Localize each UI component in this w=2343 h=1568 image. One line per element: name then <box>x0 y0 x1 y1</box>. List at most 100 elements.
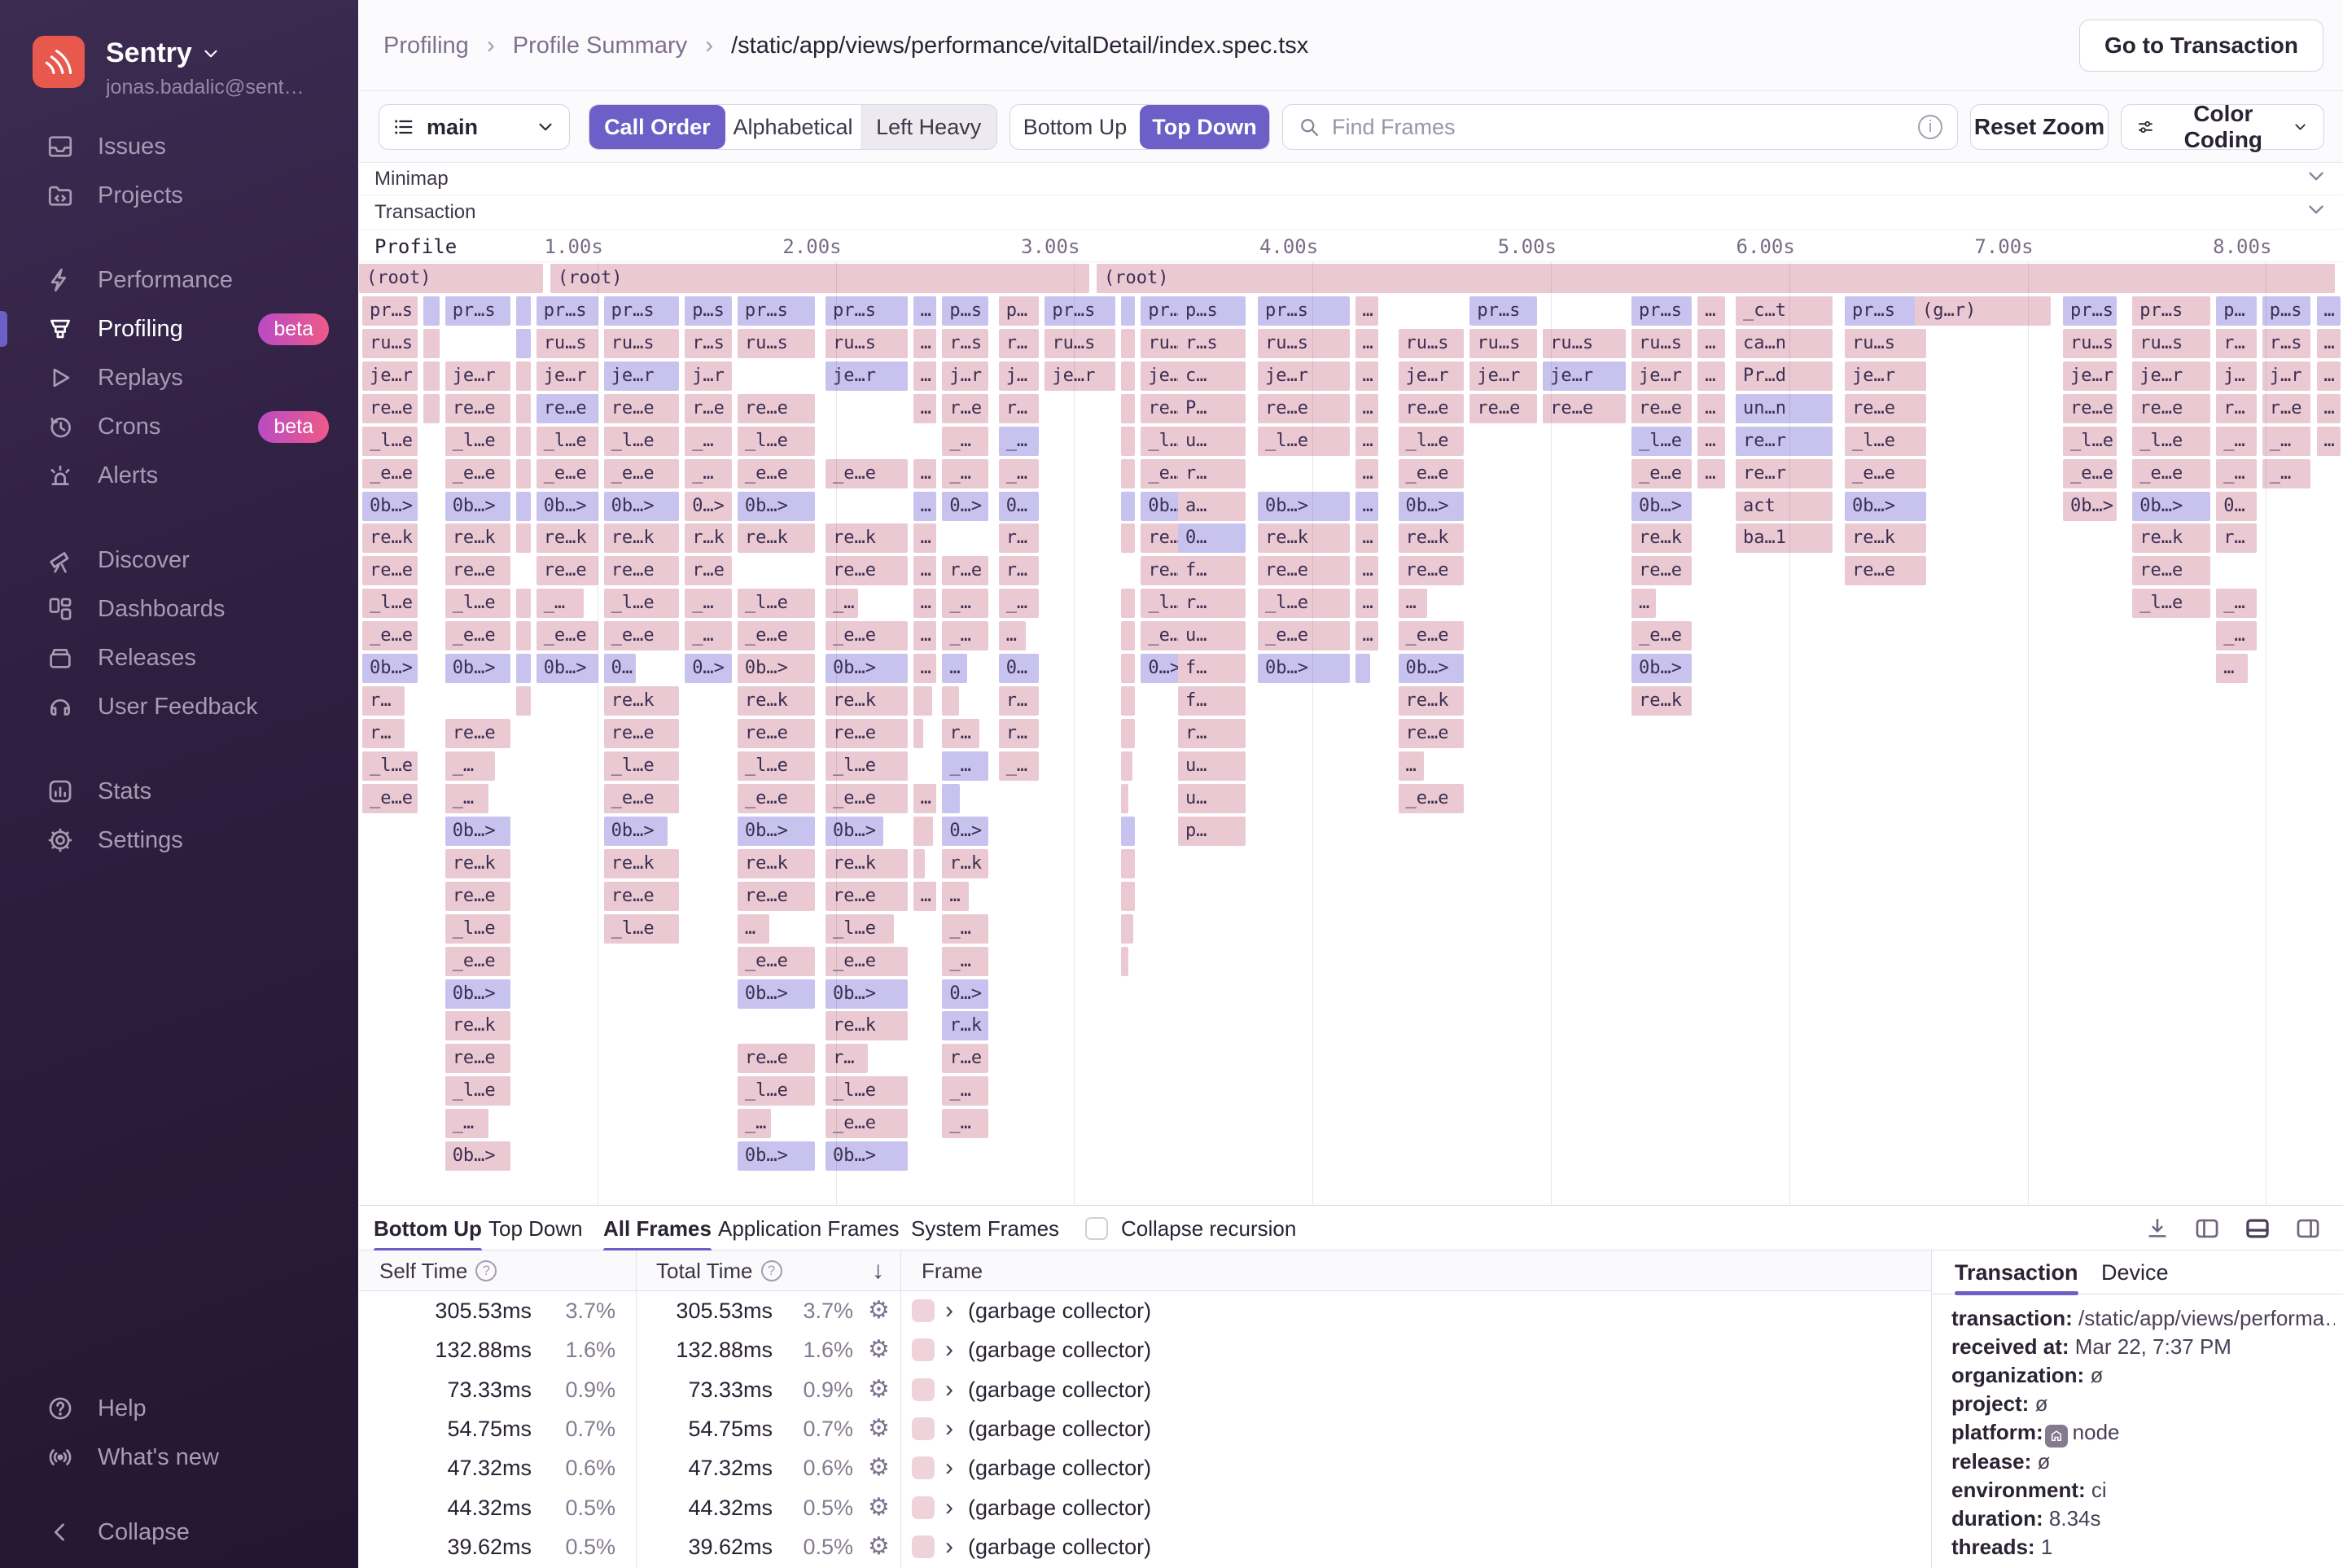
flame-cell[interactable] <box>423 361 440 391</box>
tab-top-down[interactable]: Top Down <box>488 1206 583 1251</box>
flame-cell[interactable]: re…k <box>604 849 680 878</box>
flame-cell[interactable]: r… <box>2216 329 2257 358</box>
flame-cell[interactable]: je…r <box>445 361 511 391</box>
flame-cell[interactable]: p…s <box>685 296 732 326</box>
tab-application-frames[interactable]: Application Frames <box>718 1206 900 1251</box>
flame-cell[interactable] <box>1121 654 1136 683</box>
flame-cell[interactable]: _l…e <box>604 427 680 456</box>
flame-cell[interactable]: … <box>2317 427 2341 456</box>
flame-cell[interactable] <box>1121 784 1128 813</box>
flame-cell[interactable]: r…e <box>685 394 732 423</box>
flame-cell[interactable]: … <box>913 621 937 650</box>
sidebar-item-replays[interactable]: Replays <box>0 353 358 402</box>
flame-cell[interactable] <box>1121 296 1136 326</box>
sidebar-item-dashboards[interactable]: Dashboards <box>0 585 358 633</box>
flame-cell[interactable]: ru…s <box>1399 329 1465 358</box>
sidebar-item-crons[interactable]: Crons beta <box>0 402 358 451</box>
expand-chevron-icon[interactable]: › <box>945 1527 953 1566</box>
flame-cell[interactable]: j… <box>2216 361 2257 391</box>
flame-cell[interactable]: re…e <box>2132 394 2210 423</box>
flame-cell[interactable]: r… <box>1178 589 1246 618</box>
flame-cell[interactable]: je…r <box>1631 361 1692 391</box>
row-settings-gear-icon[interactable]: ⚙ <box>868 1409 890 1448</box>
flame-cell[interactable]: _e…e <box>826 947 908 976</box>
sidebar-item-whats-new[interactable]: What's new <box>0 1433 358 1482</box>
flame-cell[interactable]: re…r <box>1736 427 1833 456</box>
flame-cell[interactable]: u… <box>1178 784 1246 813</box>
tab-bottom-up[interactable]: Bottom Up <box>374 1206 482 1251</box>
self-time-header[interactable]: Self Time <box>379 1259 467 1284</box>
flame-cell[interactable]: 0b…> <box>445 654 511 683</box>
flame-cell[interactable]: (root) <box>550 264 1089 293</box>
flame-cell[interactable]: _… <box>942 589 988 618</box>
flame-cell[interactable]: r… <box>2216 523 2257 553</box>
flame-cell[interactable]: r…s <box>2262 329 2311 358</box>
flame-cell[interactable]: pr…s <box>1469 296 1537 326</box>
flame-cell[interactable]: 0b…> <box>362 492 418 521</box>
flame-cell[interactable]: _l…e <box>2132 427 2210 456</box>
flame-cell[interactable]: … <box>1399 589 1427 618</box>
flame-cell[interactable]: 0b…> <box>604 817 668 846</box>
flame-cell[interactable]: r… <box>999 556 1040 585</box>
flame-cell[interactable]: je…r <box>826 361 908 391</box>
flame-cell[interactable]: … <box>1355 459 1379 488</box>
flame-cell[interactable]: 0b…> <box>1258 492 1350 521</box>
flame-cell[interactable]: ru…s <box>604 329 680 358</box>
flame-cell[interactable]: re…e <box>826 556 908 585</box>
flame-cell[interactable] <box>516 621 531 650</box>
flame-cell[interactable]: _l…e <box>362 427 418 456</box>
flame-cell[interactable]: _l…e <box>604 914 680 944</box>
flame-cell[interactable]: _l…e <box>1258 427 1350 456</box>
flame-cell[interactable]: _… <box>942 914 988 944</box>
flame-cell[interactable]: … <box>1355 621 1379 650</box>
flame-cell[interactable] <box>913 817 934 846</box>
flame-cell[interactable]: f… <box>1178 556 1246 585</box>
flame-cell[interactable]: … <box>1697 361 1725 391</box>
sort-mode-call-order[interactable]: Call Order <box>589 105 725 149</box>
flame-cell[interactable]: re…k <box>2132 523 2210 553</box>
table-row[interactable]: 132.88ms 1.6% 132.88ms 1.6% ⚙ › (garbage… <box>359 1330 1931 1369</box>
flame-cell[interactable] <box>913 719 923 748</box>
flame-cell[interactable] <box>516 492 531 521</box>
flame-cell[interactable]: _e…e <box>362 621 418 650</box>
flame-cell[interactable]: _e…e <box>445 947 511 976</box>
row-settings-gear-icon[interactable]: ⚙ <box>868 1291 890 1330</box>
flame-cell[interactable]: _c…t <box>1736 296 1833 326</box>
flame-cell[interactable]: j…r <box>685 361 732 391</box>
flame-cell[interactable]: … <box>913 361 937 391</box>
flame-cell[interactable]: j…r <box>2262 361 2311 391</box>
sidebar-item-projects[interactable]: Projects <box>0 171 358 220</box>
flame-cell[interactable] <box>516 296 531 326</box>
minimap-collapse-chevron-icon[interactable] <box>2304 164 2328 194</box>
flame-cell[interactable]: … <box>913 394 937 423</box>
flame-cell[interactable]: je…r <box>1469 361 1537 391</box>
flame-cell[interactable]: r…e <box>942 556 988 585</box>
flame-cell[interactable]: 0…> <box>685 492 732 521</box>
flame-cell[interactable]: pr…s <box>362 296 418 326</box>
flame-cell[interactable]: re…e <box>445 394 511 423</box>
flame-cell[interactable]: re…k <box>1399 686 1465 716</box>
flame-cell[interactable]: pr…s <box>738 296 815 326</box>
flame-cell[interactable]: 0b…> <box>826 979 908 1009</box>
flame-cell[interactable] <box>1121 719 1136 748</box>
flame-cell[interactable]: 0… <box>999 654 1040 683</box>
flame-cell[interactable]: pr…s <box>445 296 511 326</box>
flame-cell[interactable]: pr…s <box>604 296 680 326</box>
flame-cell[interactable] <box>516 589 531 618</box>
flame-cell[interactable]: re…e <box>1845 556 1926 585</box>
flame-cell[interactable]: _… <box>942 947 988 976</box>
flame-cell[interactable]: re…e <box>1258 556 1350 585</box>
flame-cell[interactable]: je…r <box>1258 361 1350 391</box>
expand-chevron-icon[interactable]: › <box>945 1291 953 1330</box>
flame-cell[interactable]: _… <box>999 589 1040 618</box>
flame-cell[interactable]: … <box>2216 654 2248 683</box>
flame-cell[interactable]: … <box>913 556 937 585</box>
flame-cell[interactable]: re…e <box>604 394 680 423</box>
table-row[interactable]: 54.75ms 0.7% 54.75ms 0.7% ⚙ › (garbage c… <box>359 1409 1931 1448</box>
flame-cell[interactable]: … <box>1399 751 1424 781</box>
flame-cell[interactable]: 0…> <box>685 654 732 683</box>
flame-cell[interactable]: re…k <box>738 523 815 553</box>
flame-cell[interactable]: r…e <box>2262 394 2311 423</box>
flame-cell[interactable]: _l…e <box>2063 427 2117 456</box>
flame-cell[interactable]: un…n <box>1736 394 1833 423</box>
